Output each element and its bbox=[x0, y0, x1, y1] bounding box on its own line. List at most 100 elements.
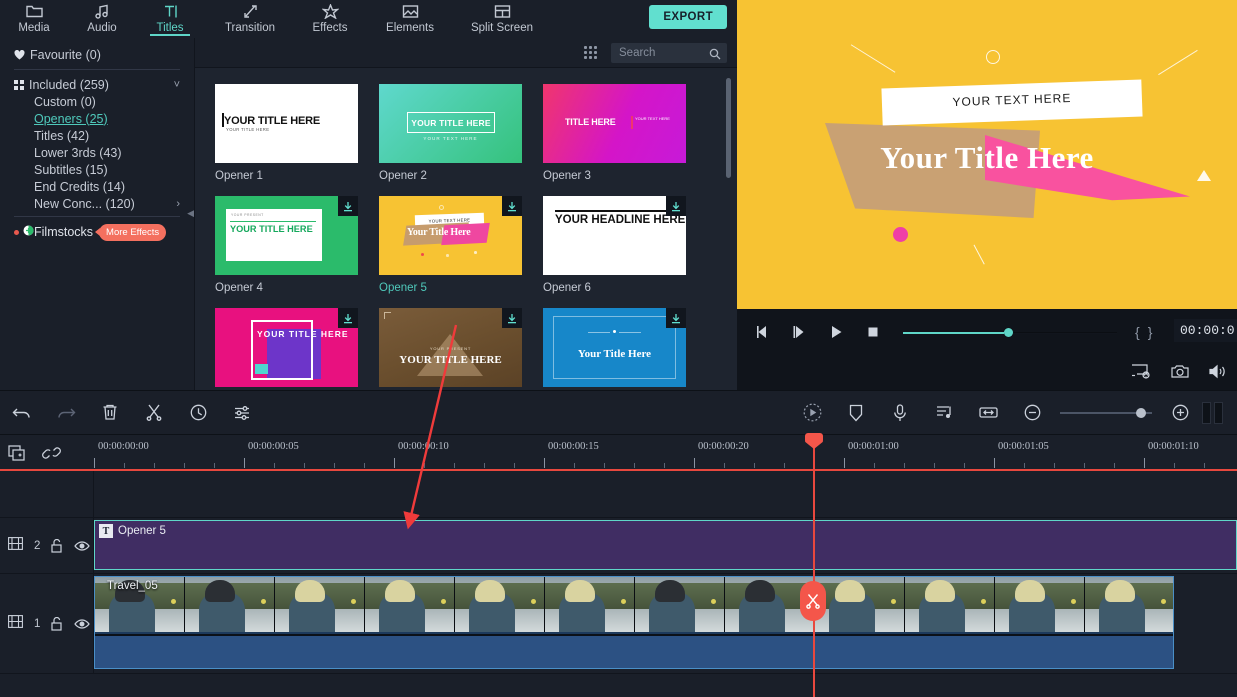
download-icon[interactable] bbox=[666, 196, 686, 216]
preview-timecode[interactable]: 00:00:0 bbox=[1174, 319, 1237, 342]
sidebar-item-favourite[interactable]: Favourite (0) bbox=[14, 46, 180, 63]
render-preview-button[interactable] bbox=[1202, 402, 1223, 424]
sidebar-item-lower-3rds[interactable]: Lower 3rds (43) bbox=[14, 144, 180, 161]
thumb-sub-text: YOUR TEXT HERE bbox=[635, 116, 670, 122]
timeline-track-2[interactable]: 2 T Opener 5 bbox=[0, 518, 1237, 574]
ruler-label: 00:00:00:15 bbox=[548, 441, 599, 452]
unlock-icon[interactable] bbox=[51, 539, 63, 553]
eye-icon[interactable] bbox=[74, 618, 90, 630]
download-icon[interactable] bbox=[666, 308, 686, 328]
sidebar-item-custom[interactable]: Custom (0) bbox=[14, 93, 180, 110]
sidebar-item-end-credits[interactable]: End Credits (14) bbox=[14, 178, 180, 195]
filmstrip-frame bbox=[815, 577, 905, 632]
preview-controls: { } 00:00:0 bbox=[737, 309, 1237, 355]
thumb-title-text: YOUR TITLE HERE bbox=[257, 328, 349, 341]
seek-knob[interactable] bbox=[1004, 328, 1013, 337]
redo-button[interactable] bbox=[44, 390, 88, 435]
download-icon[interactable] bbox=[338, 308, 358, 328]
play-button[interactable] bbox=[823, 319, 849, 345]
sidebar-divider-bottom bbox=[14, 216, 180, 217]
decor-triangle bbox=[1197, 170, 1211, 181]
unlock-icon[interactable] bbox=[51, 617, 63, 631]
marker-button[interactable] bbox=[834, 390, 878, 435]
preview-seek-slider[interactable] bbox=[903, 331, 1117, 334]
sidebar-item-included[interactable]: Included (259) ˅ bbox=[14, 76, 180, 93]
nav-tab-elements[interactable]: Elements bbox=[364, 0, 456, 34]
template-tile-opener-9[interactable]: Your Title Here Opener 9 bbox=[543, 308, 686, 390]
template-tile-opener-1[interactable]: YOUR TITLE HERE YOUR TITLE HERE Opener 1 bbox=[215, 84, 358, 182]
mark-out-button[interactable]: } bbox=[1148, 324, 1153, 340]
download-icon[interactable] bbox=[502, 196, 522, 216]
settings-button[interactable] bbox=[220, 390, 264, 435]
template-tile-opener-3[interactable]: TITLE HERE YOUR TEXT HERE Opener 3 bbox=[543, 84, 686, 182]
microphone-button[interactable] bbox=[878, 390, 922, 435]
sidebar-item-filmstocks[interactable]: Filmstocks More Effects bbox=[14, 223, 180, 241]
snapshot-button[interactable] bbox=[1171, 364, 1189, 379]
display-settings-button[interactable] bbox=[1131, 364, 1151, 379]
library-scrollbar[interactable] bbox=[726, 78, 731, 178]
nav-tab-transition[interactable]: Transition bbox=[204, 0, 296, 34]
undo-button[interactable] bbox=[0, 390, 44, 435]
preview-canvas[interactable]: YOUR TEXT HERE Your Title Here bbox=[737, 0, 1237, 309]
add-track-button[interactable] bbox=[0, 445, 34, 462]
zoom-out-button[interactable] bbox=[1010, 390, 1054, 435]
nav-tab-split-screen[interactable]: Split Screen bbox=[456, 0, 548, 34]
sidebar-item-new-concepts[interactable]: New Conc... (120) › bbox=[14, 195, 180, 212]
timeline-track-empty[interactable] bbox=[0, 471, 1237, 518]
nav-tab-effects[interactable]: Effects bbox=[296, 0, 364, 34]
fit-timeline-button[interactable] bbox=[966, 390, 1010, 435]
template-thumbnail: YOUR TITLE HERE YOUR TITLE HERE bbox=[215, 84, 358, 163]
decor-pink-dot bbox=[893, 227, 908, 242]
template-tile-opener-8[interactable]: YOUR PRESENT YOUR TITLE HERE Opener 8 bbox=[379, 308, 522, 390]
link-clips-button[interactable] bbox=[34, 445, 68, 461]
timeline-clip-travel-05[interactable]: Travel_05 bbox=[94, 576, 1174, 669]
nav-tab-media[interactable]: Media bbox=[0, 0, 68, 34]
template-tile-opener-7[interactable]: YOUR TITLE HERE Opener 7 bbox=[215, 308, 358, 390]
search-input[interactable] bbox=[611, 47, 703, 59]
delete-button[interactable] bbox=[88, 390, 132, 435]
stop-button[interactable] bbox=[860, 319, 886, 345]
filmstrip-frame bbox=[545, 577, 635, 632]
record-voiceover-play-button[interactable] bbox=[790, 390, 834, 435]
collapse-panel-arrow-icon[interactable]: ◀ bbox=[187, 208, 194, 219]
duration-button[interactable] bbox=[176, 390, 220, 435]
timeline-zoom-slider[interactable] bbox=[1060, 406, 1152, 420]
volume-button[interactable] bbox=[1209, 364, 1227, 379]
nav-tab-audio[interactable]: Audio bbox=[68, 0, 136, 34]
track-number-1: 1 bbox=[34, 618, 40, 630]
sidebar-item-titles[interactable]: Titles (42) bbox=[14, 127, 180, 144]
search-icon[interactable] bbox=[709, 47, 721, 65]
chevron-down-icon[interactable]: ˅ bbox=[174, 79, 180, 91]
sidebar-item-openers[interactable]: Openers (25) bbox=[14, 110, 180, 127]
more-effects-badge[interactable]: More Effects bbox=[99, 224, 166, 241]
previous-frame-button[interactable] bbox=[749, 319, 775, 345]
download-icon[interactable] bbox=[502, 308, 522, 328]
eye-icon[interactable] bbox=[74, 540, 90, 552]
zoom-in-button[interactable] bbox=[1158, 390, 1202, 435]
mark-in-button[interactable]: { bbox=[1135, 324, 1140, 340]
template-tile-opener-2[interactable]: YOUR TITLE HERE YOUR TEXT HERE Opener 2 bbox=[379, 84, 522, 182]
timeline-clip-opener-5[interactable]: T Opener 5 bbox=[94, 520, 1237, 570]
timeline-ruler-header: 00:00:00:00 00:00:00:05 00:00:00:10 00:0… bbox=[0, 435, 1237, 471]
library-thumbnail-grid[interactable]: YOUR TITLE HERE YOUR TITLE HERE Opener 1… bbox=[195, 68, 737, 390]
filmstrip-frame bbox=[725, 577, 815, 632]
template-tile-opener-6[interactable]: YOUR HEADLINE HERE Opener 6 bbox=[543, 196, 686, 294]
split-button[interactable] bbox=[132, 390, 176, 435]
nav-tab-titles[interactable]: Titles bbox=[136, 0, 204, 34]
template-tile-opener-4[interactable]: YOUR PRESENT YOUR TITLE HERE Opener 4 bbox=[215, 196, 358, 294]
audio-mixer-button[interactable] bbox=[922, 390, 966, 435]
search-box[interactable] bbox=[611, 43, 727, 63]
filmstrip-frame bbox=[365, 577, 455, 632]
chevron-right-icon[interactable]: › bbox=[176, 198, 180, 210]
zoom-knob[interactable] bbox=[1136, 408, 1146, 418]
download-icon[interactable] bbox=[338, 196, 358, 216]
nav-tab-effects-label: Effects bbox=[313, 22, 348, 34]
export-button[interactable]: EXPORT bbox=[649, 5, 727, 29]
thumb-title-text: TITLE HERE bbox=[565, 117, 616, 127]
sidebar-item-subtitles[interactable]: Subtitles (15) bbox=[14, 161, 180, 178]
timeline-ruler[interactable]: 00:00:00:00 00:00:00:05 00:00:00:10 00:0… bbox=[94, 435, 1237, 471]
next-frame-button[interactable] bbox=[786, 319, 812, 345]
grid-view-toggle-icon[interactable] bbox=[584, 46, 597, 59]
timeline-track-1[interactable]: 1 bbox=[0, 574, 1237, 674]
template-tile-opener-5[interactable]: YOUR TEXT HERE Your Title Here Opener 5 bbox=[379, 196, 522, 294]
